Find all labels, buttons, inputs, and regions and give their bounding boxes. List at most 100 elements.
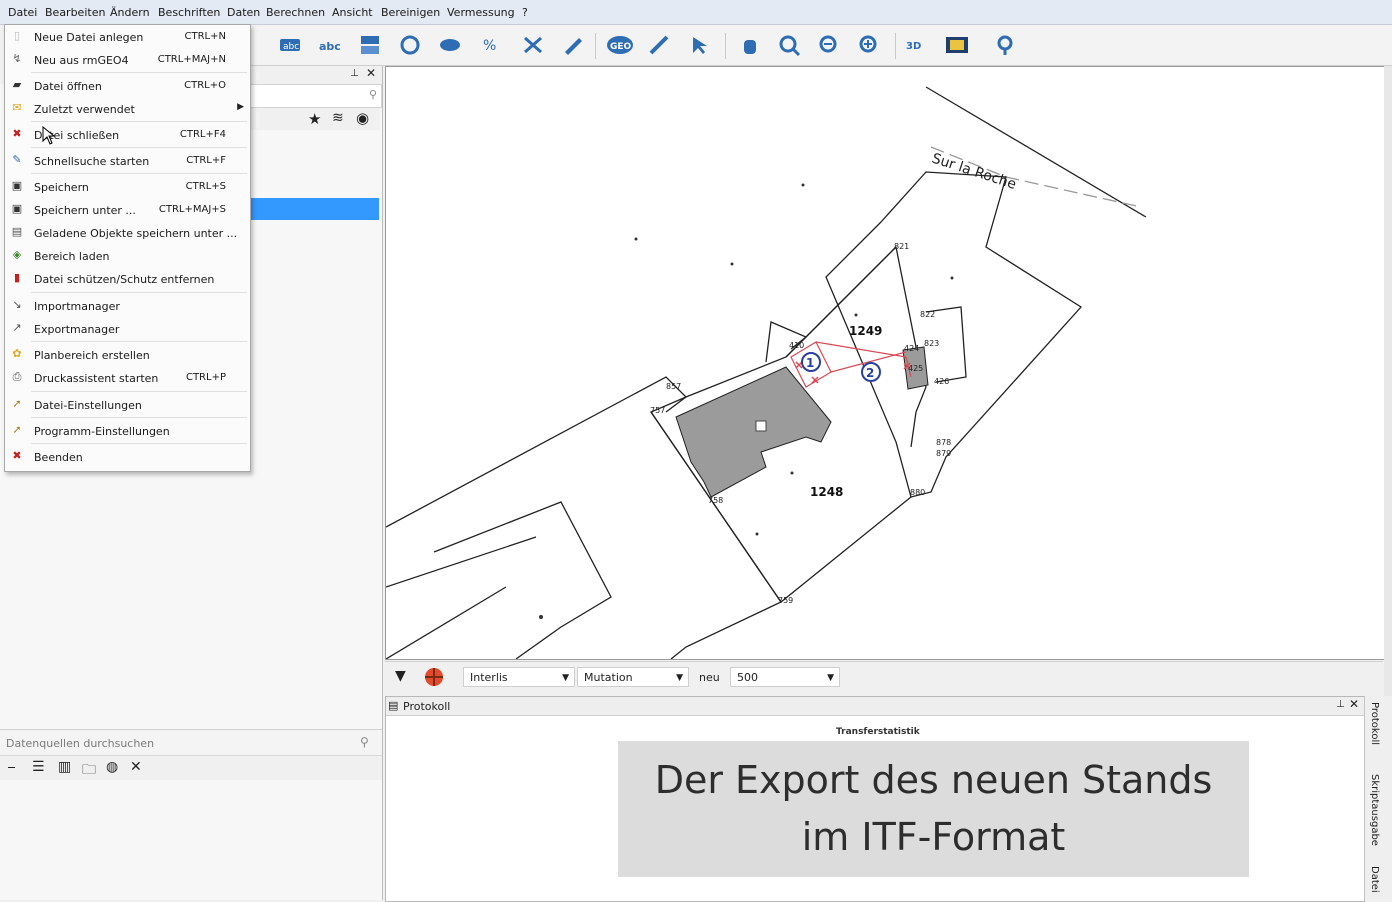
menu-shortcut: CTRL+N (184, 31, 226, 42)
label-delete-icon[interactable] (518, 31, 548, 59)
menu-bearbeiten[interactable]: Bearbeiten (45, 6, 105, 19)
zoom-out-icon[interactable] (815, 31, 845, 59)
video-caption: Der Export des neuen Stands im ITF-Forma… (618, 741, 1249, 877)
globe-icon[interactable]: ◍ (106, 759, 118, 775)
recent-icon: ✉ (12, 101, 22, 114)
datasource-search[interactable]: Datenquellen durchsuchen ⚲ (0, 729, 382, 756)
import-rmgeo-icon: ↯ (12, 52, 22, 65)
menu-bereinigen[interactable]: Bereinigen (381, 6, 440, 19)
collapse-icon[interactable]: ⎯ (8, 759, 15, 775)
scale-select[interactable]: 500 ▼ (730, 667, 840, 687)
tab-datei[interactable]: Datei (1369, 866, 1380, 893)
menu-label: Planbereich erstellen (34, 349, 150, 362)
menu-item-program-settings[interactable]: ➚ Programm-Einstellungen (5, 420, 250, 442)
menu-item-load-area[interactable]: ◈ Bereich laden (5, 245, 250, 267)
map-background-icon[interactable] (942, 31, 972, 59)
database-icon[interactable]: ▥ (58, 759, 71, 775)
layers-icon[interactable]: ≋ (332, 110, 344, 126)
menu-beschriften[interactable]: Beschriften (158, 6, 220, 19)
vertical-scrollbar[interactable] (1384, 66, 1392, 696)
menu-vermessung[interactable]: Vermessung (447, 6, 515, 19)
zoom-in-icon[interactable] (855, 31, 885, 59)
neu-label: neu (699, 671, 720, 684)
menu-item-export[interactable]: ↗ Exportmanager (5, 318, 250, 340)
layer-search-input[interactable]: ⚲ (250, 84, 382, 108)
menu-label: Schnellsuche starten (34, 155, 150, 168)
label-stack-icon[interactable] (355, 31, 385, 59)
label-abc-icon[interactable]: abc (275, 31, 305, 59)
menu-shortcut: CTRL+MAJ+S (158, 204, 226, 215)
svg-text:878: 878 (936, 438, 951, 447)
menu-item-protect[interactable]: ▮ Datei schützen/Schutz entfernen (5, 268, 250, 290)
menu-berechnen[interactable]: Berechnen (266, 6, 325, 19)
menu-item-save-objects[interactable]: ▤ Geladene Objekte speichern unter ... (5, 222, 250, 244)
eye-icon[interactable]: ◉ (356, 109, 369, 127)
star-icon[interactable]: ★ (308, 110, 321, 128)
tab-skriptausgabe[interactable]: Skriptausgabe (1369, 774, 1380, 846)
pin-icon[interactable]: ⊥ (350, 68, 359, 79)
transferstatistik-heading: Transferstatistik (836, 727, 920, 737)
mode-select[interactable]: Mutation ▼ (577, 667, 689, 687)
menu-item-recent[interactable]: ✉ Zuletzt verwendet ▶ (5, 98, 250, 120)
label-move-icon[interactable] (435, 31, 465, 59)
svg-text:879: 879 (936, 449, 951, 458)
menu-item-print[interactable]: ⎙ Druckassistent starten CTRL+P (5, 367, 250, 389)
svg-text:2: 2 (866, 366, 874, 380)
zoom-window-icon[interactable] (775, 31, 805, 59)
label-percent-icon[interactable]: % (478, 31, 508, 59)
plan-area-icon: ✿ (12, 347, 22, 360)
menu-item-import[interactable]: ↘ Importmanager (5, 295, 250, 317)
close-panel-icon[interactable]: ✕ (366, 66, 376, 80)
menu-item-save[interactable]: ▣ Speichern CTRL+S (5, 176, 250, 198)
map-canvas[interactable]: 1 2 Sur la Roche 1249 1248 821 822 823 8… (385, 66, 1385, 660)
menu-label: Neu aus rmGEO4 (34, 54, 129, 67)
menu-item-save-as[interactable]: ▣ Speichern unter ... CTRL+MAJ+S (5, 199, 250, 221)
pin-icon[interactable]: ⊥ (1336, 699, 1345, 710)
menu-item-exit[interactable]: ✖ Beenden (5, 446, 250, 468)
tab-protokoll[interactable]: Protokoll (1369, 702, 1380, 745)
format-select[interactable]: Interlis ▼ (463, 667, 575, 687)
quick-search-icon: ✎ (12, 153, 22, 166)
menu-label: Beenden (34, 451, 83, 464)
view-3d-icon[interactable]: 3D (902, 31, 932, 59)
menu-ansicht[interactable]: Ansicht (332, 6, 373, 19)
svg-text:3D: 3D (906, 41, 921, 52)
label-rotate-icon[interactable] (395, 31, 425, 59)
menu-aendern[interactable]: Ändern (110, 6, 150, 19)
menu-datei[interactable]: Datei (8, 6, 37, 19)
filter-icon[interactable]: ▼ (395, 668, 406, 684)
chevron-down-icon: ▼ (562, 673, 569, 683)
svg-text:823: 823 (924, 339, 939, 348)
close-panel-icon[interactable]: ✕ (1349, 697, 1359, 711)
save-icon: ▣ (11, 179, 23, 192)
menu-daten[interactable]: Daten (227, 6, 260, 19)
list-icon[interactable]: ☰ (32, 759, 45, 775)
search-icon: ⚲ (368, 88, 377, 101)
datasource-search-input[interactable]: Datenquellen durchsuchen (6, 737, 154, 750)
cadastral-map[interactable]: 1 2 Sur la Roche 1249 1248 821 822 823 8… (386, 67, 1384, 659)
menu-item-quick-search[interactable]: ✎ Schnellsuche starten CTRL+F (5, 150, 250, 172)
menu-label: Bereich laden (34, 250, 110, 263)
selected-layer-row[interactable] (250, 198, 379, 220)
menu-item-new-rmgeo[interactable]: ↯ Neu aus rmGEO4 CTRL+MAJ+N (5, 49, 250, 71)
select-tool-icon[interactable] (685, 31, 715, 59)
remove-icon[interactable]: ✕ (130, 759, 142, 775)
theme-wheel-icon[interactable] (423, 666, 445, 691)
svg-text:880: 880 (910, 488, 925, 497)
folder-icon[interactable]: 🗀 (82, 759, 96, 783)
menu-help[interactable]: ? (522, 6, 528, 19)
label-edit-icon[interactable]: abc (315, 31, 345, 59)
geo-icon[interactable]: GEO (605, 31, 635, 59)
pan-hand-icon[interactable] (735, 31, 765, 59)
mode-value: Mutation (584, 671, 633, 684)
menu-item-open[interactable]: ▰ Datei öffnen CTRL+O (5, 75, 250, 97)
menu-item-file-settings[interactable]: ➚ Datei-Einstellungen (5, 394, 250, 416)
save-objects-icon: ▤ (11, 225, 23, 238)
measure-tool-icon[interactable] (645, 31, 675, 59)
menu-item-plan-area[interactable]: ✿ Planbereich erstellen (5, 344, 250, 366)
label-pen-icon[interactable] (558, 31, 588, 59)
file-menu: ▯ Neue Datei anlegen CTRL+N ↯ Neu aus rm… (4, 24, 251, 472)
menu-label: Datei öffnen (34, 80, 102, 93)
menu-item-new-file[interactable]: ▯ Neue Datei anlegen CTRL+N (5, 26, 250, 48)
info-tool-icon[interactable] (990, 31, 1020, 59)
